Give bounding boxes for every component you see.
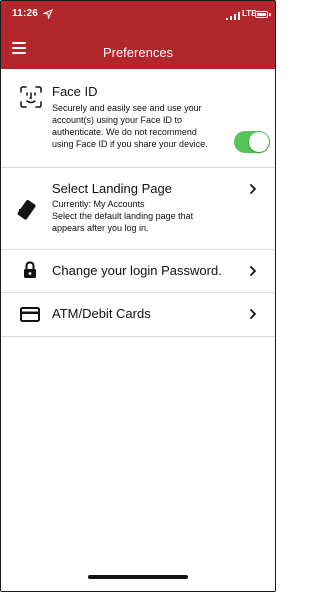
chevron-right-icon (250, 184, 256, 194)
change-password-row[interactable]: Change your login Password. (1, 250, 275, 293)
landing-page-description-line: appears after you log in. (52, 223, 149, 233)
chevron-right-icon (250, 309, 256, 319)
face-id-toggle[interactable] (234, 131, 270, 153)
landing-page-current: Currently: My Accounts (52, 199, 145, 209)
landing-page-row[interactable]: Select Landing Page Currently: My Accoun… (1, 168, 275, 250)
status-bar: 11:26 LTE (1, 1, 275, 29)
nav-bar: Preferences (1, 29, 275, 69)
face-id-description-line: authenticate. We do not recommend (52, 127, 197, 137)
battery-icon (255, 11, 268, 18)
face-id-description-line: using Face ID if you share your device. (52, 139, 208, 149)
home-indicator[interactable] (88, 575, 188, 579)
lock-icon (24, 261, 36, 278)
app-header: 11:26 LTE Preferences (1, 1, 275, 69)
location-arrow-icon (43, 9, 53, 19)
page-title: Preferences (102, 45, 174, 60)
landing-page-description-line: Select the default landing page that (52, 211, 194, 221)
face-id-description-line: Securely and easily see and use your (52, 103, 202, 113)
atm-debit-cards-row[interactable]: ATM/Debit Cards (1, 293, 275, 337)
change-password-title: Change your login Password. (52, 263, 222, 278)
signal-icon (226, 12, 240, 20)
atm-debit-cards-title: ATM/Debit Cards (52, 306, 151, 321)
face-id-title: Face ID (52, 84, 98, 99)
status-time: 11:26 (12, 8, 39, 19)
face-id-icon (20, 86, 42, 108)
landing-page-title: Select Landing Page (52, 181, 172, 196)
credit-card-icon (20, 307, 40, 322)
battery-terminal (269, 13, 271, 16)
phone-icon (17, 199, 36, 220)
face-id-row: Face ID Securely and easily see and use … (1, 69, 275, 168)
toggle-knob (249, 132, 269, 152)
app-screen: 11:26 LTE Preferences Face ID Securely a… (0, 0, 276, 592)
chevron-right-icon (250, 266, 256, 276)
face-id-description-line: account(s) using your Face ID to (52, 115, 183, 125)
